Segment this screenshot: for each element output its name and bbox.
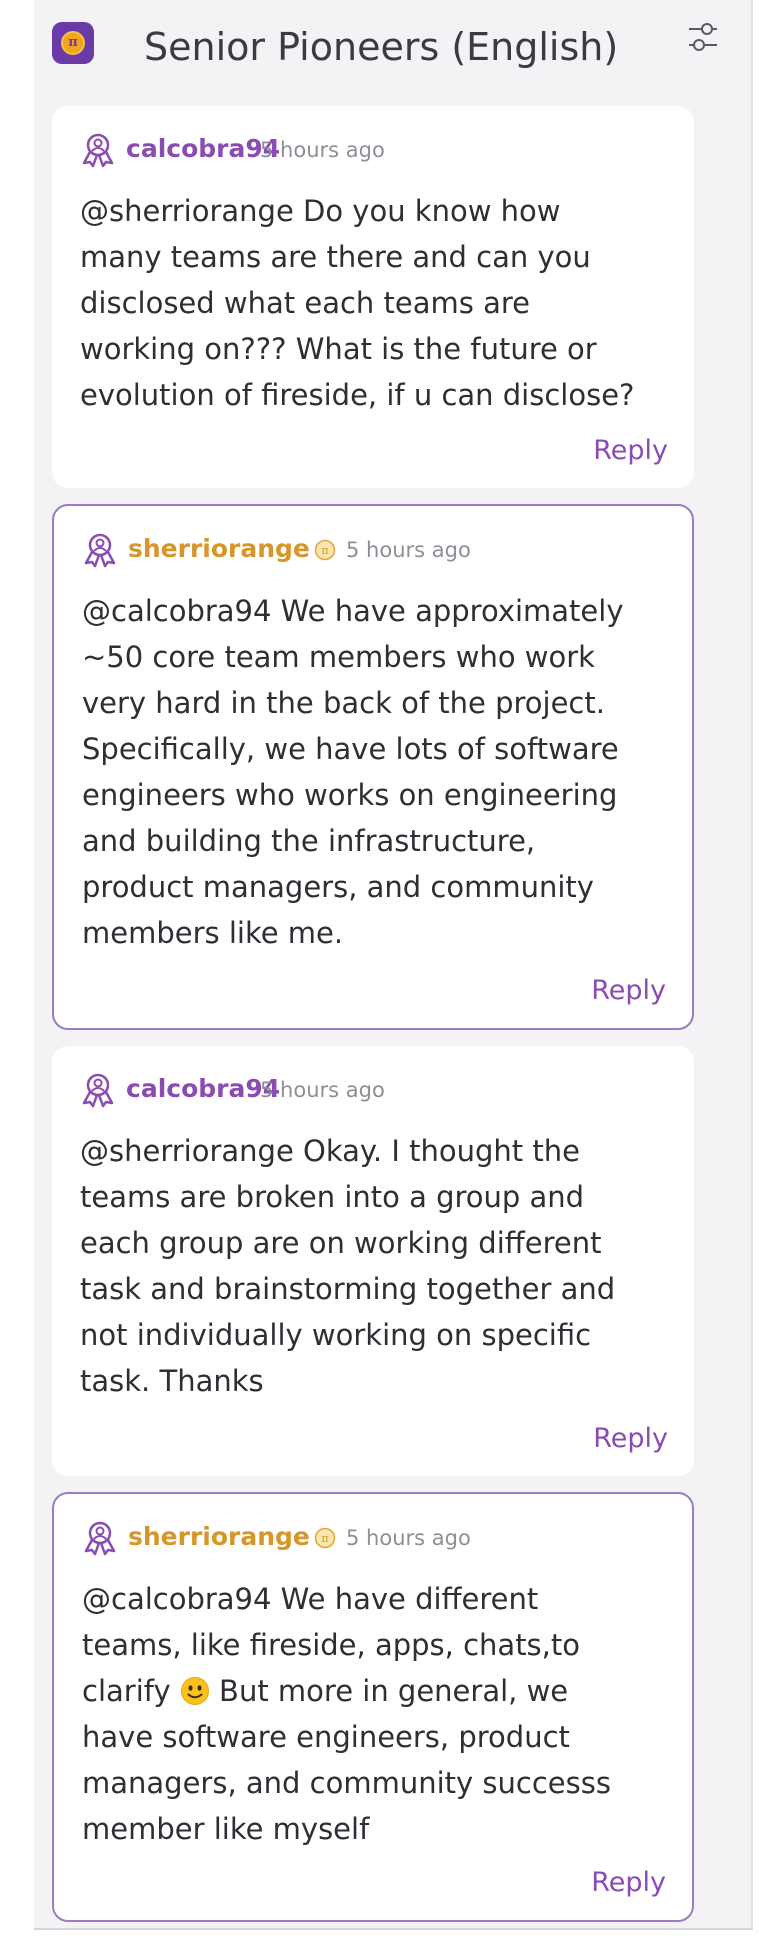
comment-text-line: task. Thanks (80, 1364, 264, 1398)
comment-text-line: teams are broken into a group and (80, 1180, 585, 1214)
comment-card: calcobra94 5 hours ago @sherriorange Do … (52, 106, 694, 488)
comment-text-line: many teams are there and can you (80, 240, 591, 274)
slightly-smiling-face-emoji-icon (180, 1677, 209, 1705)
page-title: Senior Pioneers (English) (144, 25, 619, 69)
comment-text-line: product managers, and community (82, 870, 594, 904)
comment-text-line: task and brainstorming together and (80, 1272, 616, 1306)
comment-text-fragment: clarify (82, 1674, 171, 1708)
comment-username[interactable]: sherriorange (128, 1522, 310, 1552)
comment-timestamp: 5 hours ago (346, 538, 471, 562)
comment-text-line: not individually working on specific (80, 1318, 592, 1352)
comment-text-line: teams, like fireside, apps, chats,to (82, 1628, 580, 1662)
comment-text-line: member like myself (82, 1812, 370, 1846)
comment-text-line: disclosed what each teams are (80, 286, 530, 320)
comment-card: sherriorange π 5 hours ago @calcobra94 W… (52, 504, 694, 1030)
comment-text-line: each group are on working different (80, 1226, 602, 1260)
svg-text:π: π (321, 544, 328, 557)
comment-text: @calcobra94 We have approximately ~50 co… (82, 588, 670, 956)
sliders-icon[interactable] (686, 20, 720, 54)
comment-text-line: have software engineers, product (82, 1720, 570, 1754)
comment-text-line: @sherriorange Okay. I thought the (80, 1134, 580, 1168)
pi-core-team-badge-icon: π (314, 1527, 336, 1549)
comment-username[interactable]: sherriorange (128, 534, 310, 564)
pi-app-logo-icon[interactable]: π (52, 22, 94, 64)
comment-timestamp: 5 hours ago (260, 1078, 385, 1102)
comment-timestamp: 5 hours ago (346, 1526, 471, 1550)
comment-text: @sherriorange Do you know how many teams… (80, 188, 668, 418)
comment-username[interactable]: calcobra94 (126, 134, 280, 164)
comment-text-line: clarify But more in general, we (82, 1668, 670, 1714)
pi-coin-glyph: π (61, 31, 85, 55)
comment-text-line: very hard in the back of the project. (82, 686, 605, 720)
comment-timestamp: 5 hours ago (260, 138, 385, 162)
comment-text-line: managers, and community successs (82, 1766, 611, 1800)
reply-button[interactable]: Reply (593, 434, 668, 468)
svg-text:π: π (321, 1532, 328, 1545)
reply-button[interactable]: Reply (593, 1422, 668, 1456)
comment-text-line: members like me. (82, 916, 344, 950)
comment-text-line: engineers who works on engineering (82, 778, 618, 812)
app-page: π Senior Pioneers (English) calcobra94 5… (34, 0, 753, 1930)
comment-text-line: working on??? What is the future or (80, 332, 597, 366)
pi-core-team-badge-icon: π (314, 539, 336, 561)
comment-username[interactable]: calcobra94 (126, 1074, 280, 1104)
user-avatar-icon[interactable] (82, 1520, 118, 1556)
header-bar: π Senior Pioneers (English) (34, 0, 753, 96)
comment-card: sherriorange π 5 hours ago @calcobra94 W… (52, 1492, 694, 1922)
comment-card: calcobra94 5 hours ago @sherriorange Oka… (52, 1046, 694, 1476)
comment-text-line: Specifically, we have lots of software (82, 732, 619, 766)
comment-text-line: @calcobra94 We have approximately (82, 594, 624, 628)
user-avatar-icon[interactable] (82, 532, 118, 568)
comment-text-line: @sherriorange Do you know how (80, 194, 561, 228)
reply-button[interactable]: Reply (591, 974, 666, 1008)
comment-text-line: and building the infrastructure, (82, 824, 536, 858)
comment-text: @calcobra94 We have different teams, lik… (82, 1576, 670, 1852)
comment-text-fragment: But more in general, we (209, 1674, 569, 1708)
comment-text-line: @calcobra94 We have different (82, 1582, 539, 1616)
comment-text: @sherriorange Okay. I thought the teams … (80, 1128, 668, 1404)
reply-button[interactable]: Reply (591, 1866, 666, 1900)
comment-text-line: evolution of fireside, if u can disclose… (80, 378, 635, 412)
comment-text-line: ~50 core team members who work (82, 640, 595, 674)
user-avatar-icon[interactable] (80, 1072, 116, 1108)
user-avatar-icon[interactable] (80, 132, 116, 168)
